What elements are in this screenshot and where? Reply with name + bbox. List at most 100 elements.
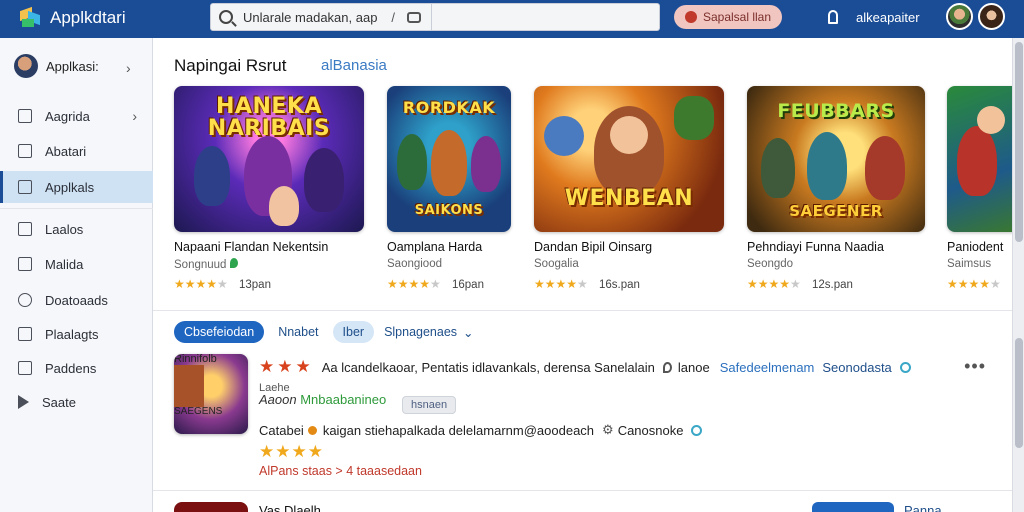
app-thumbnail[interactable]: FEUBBARS SAEGENER xyxy=(747,86,925,232)
folder-icon xyxy=(18,361,32,375)
account-avatar xyxy=(14,54,38,78)
more-icon[interactable]: ••• xyxy=(964,356,986,377)
review-chip[interactable]: hsnaen xyxy=(402,396,457,414)
app-card[interactable]: HANEKA NARIBAIS Napaani Flandan Nekentsi… xyxy=(174,86,364,291)
sidebar-item-applkals[interactable]: Applkals xyxy=(0,171,153,203)
sidebar-item-abatari[interactable]: Abatari xyxy=(0,135,153,167)
account-label: Applkasi: xyxy=(46,58,99,74)
app-rating: ★★★★★ 16s.pan xyxy=(534,277,640,291)
gear-icon: ⚙ xyxy=(602,422,614,437)
user-name[interactable]: alkeapaiter xyxy=(856,10,920,25)
image-icon xyxy=(18,257,32,271)
review-tag[interactable]: Safedeelmenam xyxy=(720,360,815,375)
app-card[interactable]: RORDKAK SAIKONS Oamplana Harda Saongiood… xyxy=(387,86,511,291)
main-content: Napingai Rsrut alBanasia HANEKA NARIBAIS… xyxy=(153,38,1012,512)
sidebar-item-label: Abatari xyxy=(45,143,87,159)
thumbnail-title: HANEKA NARIBAIS xyxy=(207,94,331,141)
app-thumbnail[interactable]: HANEKA NARIBAIS xyxy=(174,86,364,232)
app-thumbnail[interactable]: RORDKAK SAIKONS xyxy=(387,86,511,232)
filter-link[interactable]: Nnabet xyxy=(274,321,322,343)
review-body-suffix: Canosnoke xyxy=(617,422,684,438)
scrollbar-thumb[interactable] xyxy=(1015,338,1023,448)
scrollbar[interactable] xyxy=(1012,38,1024,512)
rating-count: 16pan xyxy=(452,279,484,291)
review-app-thumbnail[interactable] xyxy=(174,502,248,512)
app-developer: Saongiood xyxy=(387,258,442,270)
app-thumbnail[interactable] xyxy=(947,86,1012,232)
review-tag[interactable]: Seonodasta xyxy=(822,360,891,375)
record-icon xyxy=(684,11,697,23)
filter-bar: Cbsefeiodan Nnabet Iber Slpnagenaes ⌄ xyxy=(174,321,474,343)
developer-label: Songnuud xyxy=(174,259,227,271)
chevron-right-icon: › xyxy=(132,108,137,124)
app-card[interactable]: WENBEAN Dandan Bipil Oinsarg Soogalia ★★… xyxy=(534,86,724,291)
thumbnail-subtitle: SAEGENS xyxy=(174,406,223,417)
sidebar-item-saate[interactable]: Saate xyxy=(0,386,153,418)
app-name[interactable]: Napaani Flandan Nekentsin xyxy=(174,240,328,254)
sidebar-item-laalos[interactable]: Laalos xyxy=(0,213,153,245)
sort-dropdown[interactable]: Slpnagenaes ⌄ xyxy=(384,325,473,340)
sidebar-item-label: Paddens xyxy=(45,360,97,376)
play-icon xyxy=(18,395,29,409)
review-star-rating: ★★★ xyxy=(259,357,314,376)
app-rating: ★★★★★ 12s.pan xyxy=(747,277,853,291)
sidebar-item-label: Applkals xyxy=(45,179,95,195)
review-text: Aa lcandelkaoar, Pentatis idlavankals, d… xyxy=(321,359,655,375)
header-pill-button[interactable]: Sapalsal llan xyxy=(674,5,782,29)
sort-label: Slpnagenaes xyxy=(384,325,458,339)
sidebar-item-paddens[interactable]: Paddens xyxy=(0,352,153,384)
bell-icon[interactable] xyxy=(828,10,838,24)
app-name[interactable]: Dandan Bipil Oinsarg xyxy=(534,240,652,254)
filter-chip-primary[interactable]: Cbsefeiodan xyxy=(174,321,265,343)
review-headline: Vas Dlaelh xyxy=(259,503,321,512)
app-developer: Seongdo xyxy=(747,258,794,270)
review-item[interactable]: Vas Dlaelh Panna xyxy=(174,502,1004,512)
app-name[interactable]: Pehndiayi Funna Naadia xyxy=(747,240,884,254)
review-author: Aaoon Mnbaabanineo xyxy=(259,392,386,407)
star-rating: ★★★★★ xyxy=(747,277,801,291)
app-card[interactable]: FEUBBARS SAEGENER Pehndiayi Funna Naadia… xyxy=(747,86,925,291)
sidebar-item-malida[interactable]: Malida xyxy=(0,248,153,280)
review-body: Catabei kaigan stiehapalkada delelamarnm… xyxy=(259,422,703,438)
scrollbar-thumb-upper[interactable] xyxy=(1015,42,1023,242)
sidebar-item-label: Laalos xyxy=(45,221,84,237)
verified-icon xyxy=(899,361,911,373)
section-link[interactable]: alBanasia xyxy=(321,57,387,74)
app-name[interactable]: Oamplana Harda xyxy=(387,240,482,254)
chevron-down-icon: ⌄ xyxy=(463,325,474,340)
app-thumbnail[interactable]: WENBEAN xyxy=(534,86,724,232)
sidebar-item-doatoaads[interactable]: Doatoaads xyxy=(0,284,153,316)
review-star-rating: ★★★★ xyxy=(259,442,324,461)
avatar[interactable] xyxy=(946,3,973,30)
author-name[interactable]: Mnbaabanineo xyxy=(300,392,386,407)
filter-chip[interactable]: Iber xyxy=(332,321,375,343)
review-footer-link[interactable]: AlPans staas > 4 taaasedaan xyxy=(259,464,422,478)
review-link[interactable]: Panna xyxy=(904,503,942,512)
brand[interactable]: Applkdtari xyxy=(18,6,126,29)
list-icon xyxy=(18,327,32,341)
action-button[interactable] xyxy=(812,502,894,512)
camera-icon[interactable] xyxy=(407,11,422,23)
star-rating: ★★★★★ xyxy=(387,277,441,291)
sidebar-item-aagrida[interactable]: Aagrida › xyxy=(0,100,153,132)
app-developer: Songnuud xyxy=(174,258,239,271)
review-item[interactable]: Rinnifolb SAEGENS ★★★ Aa lcandelkaoar, P… xyxy=(174,354,1004,486)
search-bar[interactable]: Unlarale madakan, aap / xyxy=(210,3,660,31)
rating-count: 13pan xyxy=(239,279,271,291)
app-rating: ★★★★★ 13pan xyxy=(174,277,271,291)
pill-label: Sapalsal llan xyxy=(702,10,772,24)
sidebar-item-label: Aagrida xyxy=(45,108,90,124)
review-app-thumbnail[interactable]: Rinnifolb SAEGENS xyxy=(174,354,248,434)
sidebar-item-plaalagts[interactable]: Plaalagts xyxy=(0,318,153,350)
app-card[interactable]: Paniodent Saimsus ★★★★★ xyxy=(947,86,1012,291)
warning-icon xyxy=(307,425,317,435)
document-icon xyxy=(18,222,32,236)
avatar-secondary[interactable] xyxy=(978,3,1005,30)
user-icon xyxy=(18,293,32,307)
account-switcher[interactable]: Applkasi: › xyxy=(14,54,131,78)
thumbnail-subtitle: SAEGENER xyxy=(789,202,883,220)
sidebar-item-label: Doatoaads xyxy=(45,292,108,308)
app-rating: ★★★★★ 16pan xyxy=(387,277,484,291)
app-name[interactable]: Paniodent xyxy=(947,240,1003,254)
edit-icon[interactable]: / xyxy=(391,10,395,25)
